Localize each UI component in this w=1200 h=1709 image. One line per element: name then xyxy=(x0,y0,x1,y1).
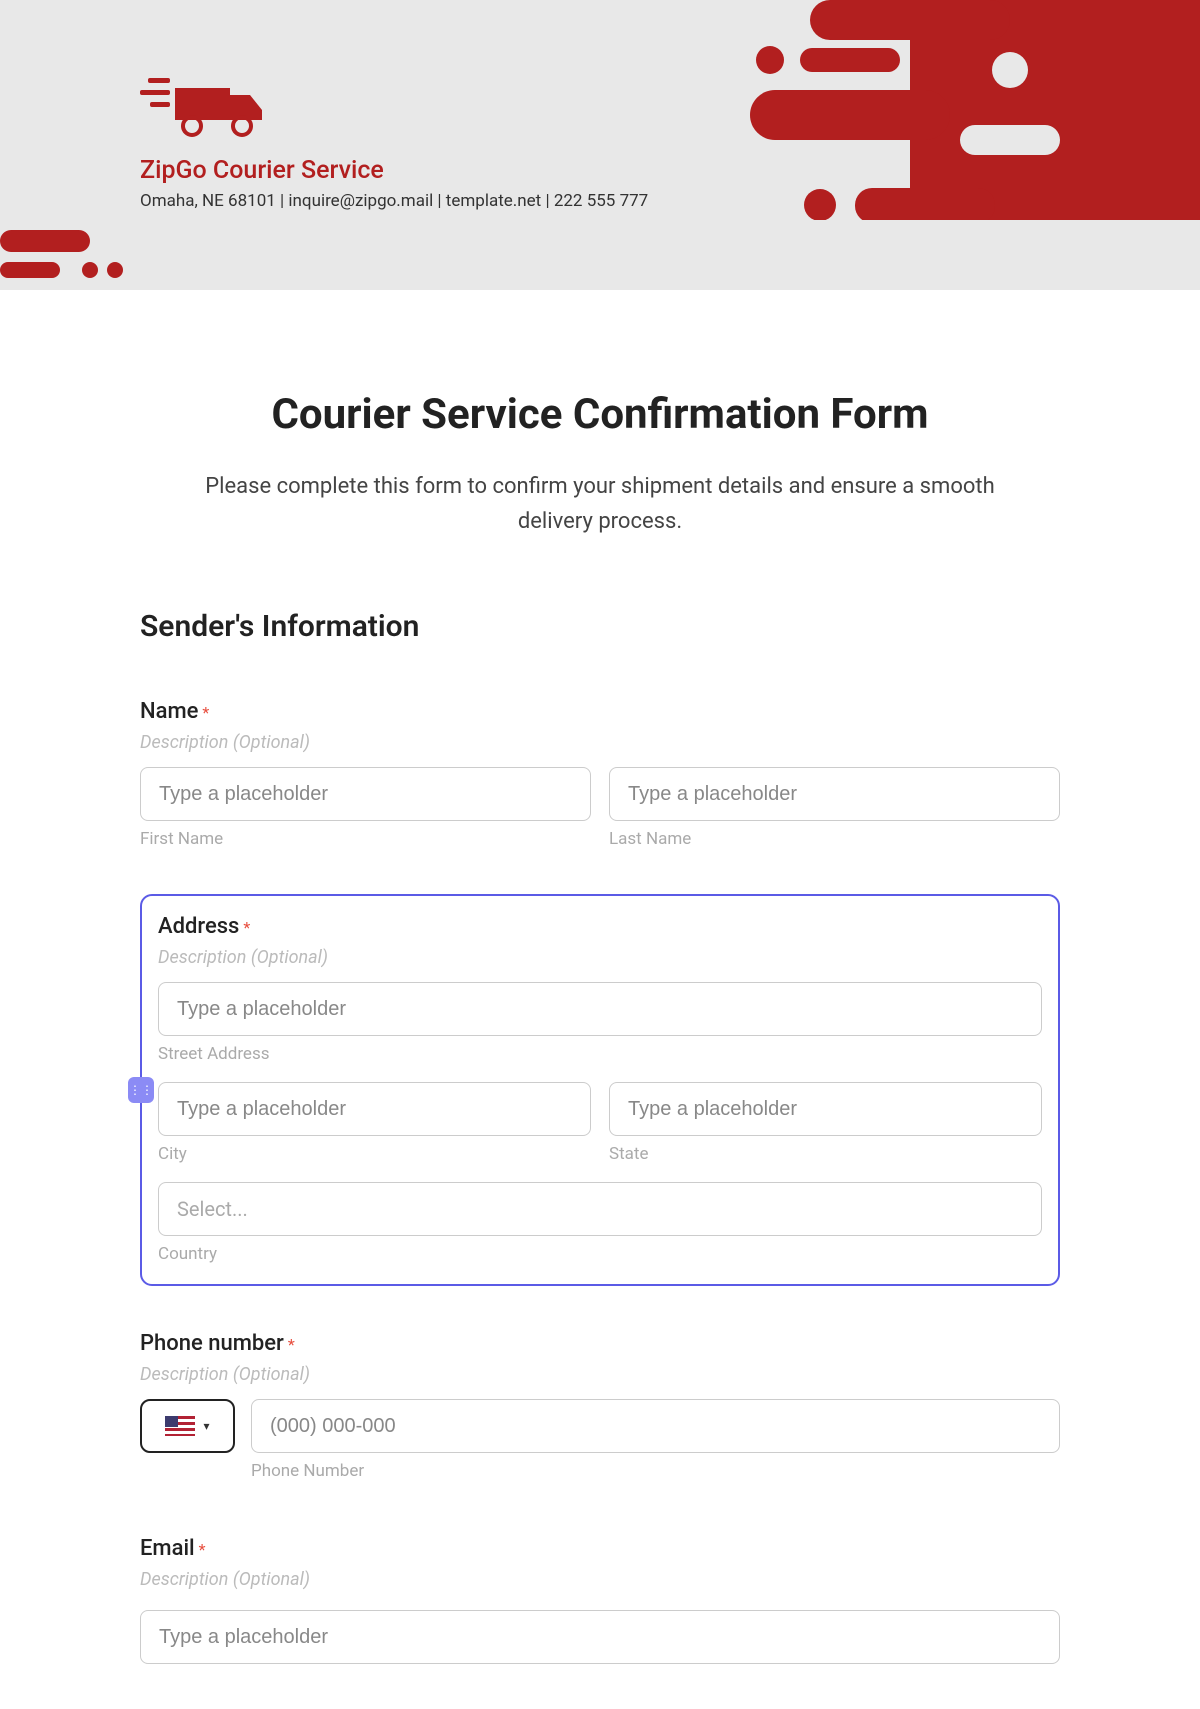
state-sublabel: State xyxy=(609,1144,1042,1164)
email-description: Description (Optional) xyxy=(140,1569,1060,1590)
address-description: Description (Optional) xyxy=(158,947,1042,968)
required-marker: * xyxy=(243,918,250,937)
country-select[interactable]: Select... xyxy=(158,1182,1042,1236)
phone-label: Phone number xyxy=(140,1331,284,1356)
street-sublabel: Street Address xyxy=(158,1044,1042,1064)
required-marker: * xyxy=(288,1335,295,1354)
us-flag-icon xyxy=(165,1416,195,1436)
drag-handle-icon[interactable]: ⋮⋮ xyxy=(128,1077,154,1103)
email-input[interactable] xyxy=(140,1610,1060,1664)
first-name-sublabel: First Name xyxy=(140,829,591,849)
required-marker: * xyxy=(199,1540,206,1559)
required-marker: * xyxy=(202,703,209,722)
field-phone: Phone number* Description (Optional) ▾ P… xyxy=(140,1331,1060,1481)
form-title: Courier Service Confirmation Form xyxy=(140,390,1060,439)
name-description: Description (Optional) xyxy=(140,732,1060,753)
city-input[interactable] xyxy=(158,1082,591,1136)
truck-icon xyxy=(140,70,270,140)
field-email: Email* Description (Optional) xyxy=(140,1536,1060,1664)
section-sender-info: Sender's Information xyxy=(140,609,1060,644)
email-label: Email xyxy=(140,1536,195,1561)
phone-input[interactable] xyxy=(251,1399,1060,1453)
phone-sublabel: Phone Number xyxy=(251,1461,1060,1481)
state-input[interactable] xyxy=(609,1082,1042,1136)
form-subtitle: Please complete this form to confirm you… xyxy=(190,469,1010,539)
name-label: Name xyxy=(140,699,198,724)
form-area: Courier Service Confirmation Form Please… xyxy=(0,290,1200,1664)
decor-top-shapes xyxy=(680,0,1200,220)
chevron-down-icon: ▾ xyxy=(203,1419,209,1433)
company-contact: Omaha, NE 68101 | inquire@zipgo.mail | t… xyxy=(140,191,648,211)
field-address-selected[interactable]: ⋮⋮ Address* Description (Optional) Stree… xyxy=(140,894,1060,1286)
header-banner: ZipGo Courier Service Omaha, NE 68101 | … xyxy=(0,0,1200,290)
city-sublabel: City xyxy=(158,1144,591,1164)
last-name-input[interactable] xyxy=(609,767,1060,821)
field-name: Name* Description (Optional) First Name … xyxy=(140,699,1060,849)
logo-block: ZipGo Courier Service Omaha, NE 68101 | … xyxy=(140,70,648,211)
decor-bottom-shapes xyxy=(0,230,150,285)
phone-description: Description (Optional) xyxy=(140,1364,1060,1385)
company-name: ZipGo Courier Service xyxy=(140,156,648,185)
country-code-select[interactable]: ▾ xyxy=(140,1399,235,1453)
address-label: Address xyxy=(158,914,239,939)
street-input[interactable] xyxy=(158,982,1042,1036)
last-name-sublabel: Last Name xyxy=(609,829,1060,849)
country-sublabel: Country xyxy=(158,1244,1042,1264)
first-name-input[interactable] xyxy=(140,767,591,821)
